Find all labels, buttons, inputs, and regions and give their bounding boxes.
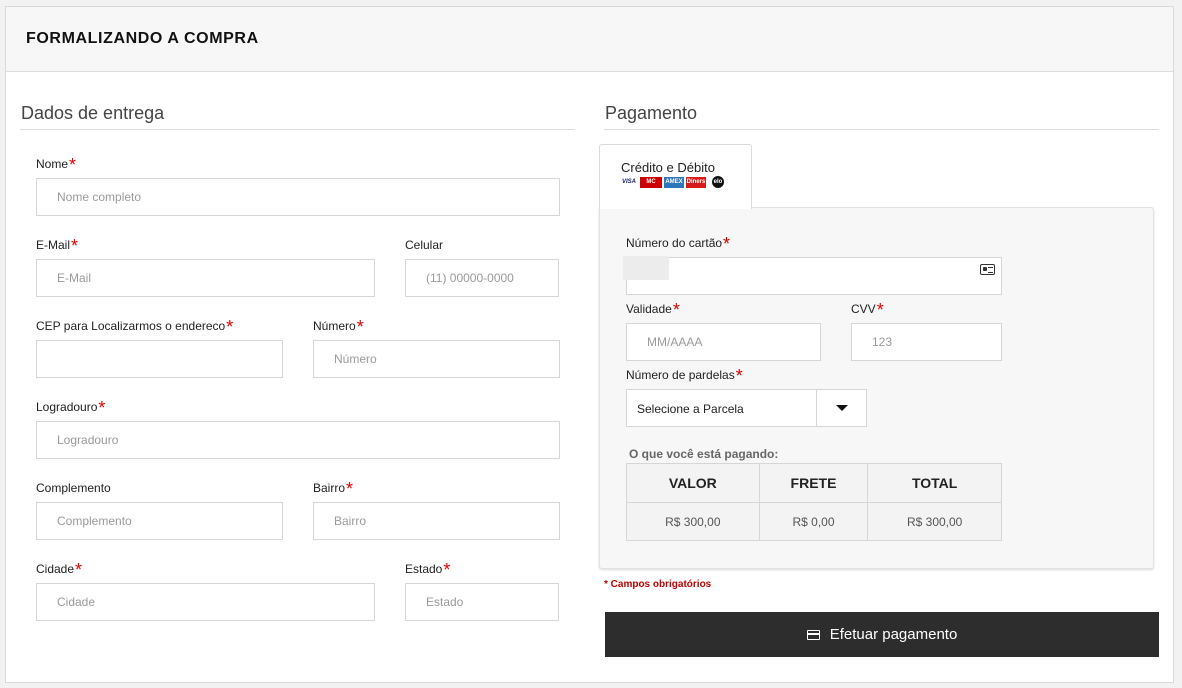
required-fields-note: * Campos obrigatórios: [604, 579, 712, 590]
required-mark: *: [98, 398, 106, 418]
required-mark: *: [71, 236, 79, 256]
page-title: FORMALIZANDO A COMPRA: [26, 30, 259, 47]
complemento-input[interactable]: [36, 502, 283, 540]
summary-header-frete: FRETE: [758, 463, 869, 503]
celular-label: Celular: [405, 238, 444, 252]
cep-label: CEP para Localizarmos o endereco*: [36, 317, 234, 337]
mastercard-logo-icon: MC: [640, 176, 662, 188]
cidade-input[interactable]: [36, 583, 375, 621]
logradouro-input[interactable]: [36, 421, 560, 459]
bairro-label: Bairro*: [313, 479, 354, 499]
summary-value-row: R$ 300,00 R$ 0,00 R$ 300,00: [626, 502, 1002, 541]
required-mark: *: [672, 300, 680, 320]
email-label: E-Mail*: [36, 236, 79, 256]
summary-value-frete: R$ 0,00: [758, 502, 869, 541]
required-mark: *: [723, 234, 731, 254]
parcelas-selected-value: Selecione a Parcela: [637, 402, 744, 416]
required-mark: *: [69, 155, 77, 175]
required-mark: *: [443, 560, 451, 580]
payment-section-title: Pagamento: [605, 103, 698, 123]
logradouro-label: Logradouro*: [36, 398, 106, 418]
caret-down-icon: [836, 405, 848, 411]
tab-label: Crédito e Débito: [621, 160, 715, 175]
delivery-divider: [20, 129, 575, 130]
elo-logo-icon: elo: [712, 176, 724, 188]
card-number-autofill: [623, 256, 669, 280]
visa-logo-icon: VISA: [620, 176, 638, 188]
credit-card-icon: [806, 629, 820, 640]
complemento-label: Complemento: [36, 481, 111, 495]
parcelas-select[interactable]: Selecione a Parcela: [626, 389, 867, 427]
required-mark: *: [356, 317, 364, 337]
required-mark: *: [226, 317, 234, 337]
summary-header-valor: VALOR: [626, 463, 760, 503]
diners-logo-icon: Diners: [686, 176, 706, 188]
card-brand-logos: VISA MC AMEX Diners elo: [620, 176, 724, 188]
payment-divider: [604, 129, 1159, 130]
summary-label: O que você está pagando:: [629, 447, 779, 461]
nome-input[interactable]: [36, 178, 560, 216]
summary-value-total: R$ 300,00: [867, 502, 1002, 541]
validade-label: Validade*: [626, 300, 680, 320]
celular-input[interactable]: [405, 259, 559, 297]
panel-header: FORMALIZANDO A COMPRA: [6, 7, 1173, 72]
id-card-icon[interactable]: [980, 264, 995, 275]
card-number-input[interactable]: [626, 257, 1002, 295]
required-mark: *: [75, 560, 83, 580]
required-mark: *: [735, 366, 743, 386]
estado-label: Estado*: [405, 560, 451, 580]
validade-input[interactable]: [626, 323, 821, 361]
tab-credito-debito[interactable]: Crédito e Débito VISA MC AMEX Diners elo: [599, 144, 752, 209]
parcelas-label: Número de pardelas*: [626, 366, 743, 386]
nome-label: Nome*: [36, 155, 77, 175]
required-mark: *: [346, 479, 354, 499]
required-mark: *: [876, 300, 884, 320]
parcelas-dropdown-button[interactable]: [816, 390, 866, 426]
estado-input[interactable]: [405, 583, 559, 621]
cep-input[interactable]: [36, 340, 283, 378]
summary-header-total: TOTAL: [867, 463, 1002, 503]
cvv-input[interactable]: [851, 323, 1002, 361]
numero-label: Número*: [313, 317, 364, 337]
email-input[interactable]: [36, 259, 375, 297]
card-number-label: Número do cartão*: [626, 234, 731, 254]
summary-value-valor: R$ 300,00: [626, 502, 760, 541]
payment-summary-table: VALOR FRETE TOTAL R$ 300,00 R$ 0,00 R$ 3…: [626, 463, 1002, 541]
amex-logo-icon: AMEX: [664, 176, 684, 188]
numero-input[interactable]: [313, 340, 560, 378]
efetuar-pagamento-label: Efetuar pagamento: [829, 626, 958, 643]
cvv-label: CVV*: [851, 300, 884, 320]
bairro-input[interactable]: [313, 502, 560, 540]
summary-header-row: VALOR FRETE TOTAL: [626, 463, 1002, 503]
delivery-section-title: Dados de entrega: [21, 103, 165, 123]
cidade-label: Cidade*: [36, 560, 83, 580]
efetuar-pagamento-button[interactable]: Efetuar pagamento: [605, 612, 1159, 657]
